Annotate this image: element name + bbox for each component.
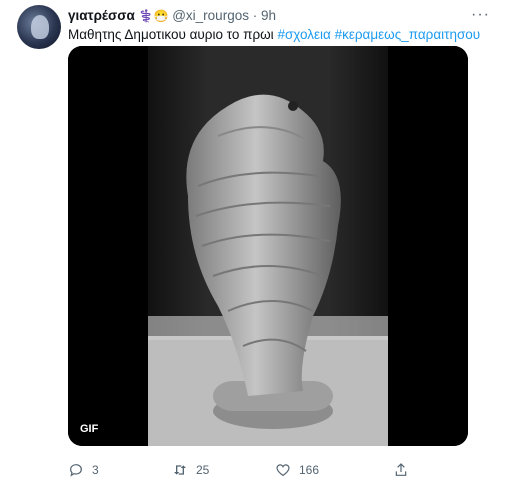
reply-count: 3	[92, 463, 99, 477]
share-icon	[395, 463, 407, 476]
tweet[interactable]: γιατρέσσα ⚕️😷 @xi_rourgos · 9h ··· Μαθητ…	[0, 0, 508, 480]
tweet-text: Μαθητης Δημοτικου αυριο το πρωι #σχολεια…	[68, 27, 480, 42]
retweet-button[interactable]: 25	[172, 462, 209, 478]
tweet-header: γιατρέσσα ⚕️😷 @xi_rourgos · 9h	[68, 8, 276, 23]
gif-media[interactable]: GIF	[68, 46, 468, 446]
hashtag-link[interactable]: #σχολεια	[277, 27, 330, 42]
reply-icon	[70, 464, 82, 477]
share-button[interactable]	[393, 462, 409, 478]
gif-frame	[68, 46, 468, 446]
more-options-icon[interactable]: ···	[471, 6, 490, 24]
heart-icon	[276, 464, 290, 477]
retweet-icon	[174, 465, 186, 475]
like-button[interactable]: 166	[275, 462, 319, 478]
author-name[interactable]: γιατρέσσα	[68, 8, 135, 23]
reply-button[interactable]: 3	[68, 462, 99, 478]
avatar[interactable]	[17, 5, 61, 49]
timestamp[interactable]: 9h	[261, 8, 276, 23]
gif-badge: GIF	[76, 422, 103, 436]
tweet-text-body: Μαθητης Δημοτικου αυριο το πρωι	[68, 27, 274, 42]
separator: ·	[252, 8, 258, 23]
tweet-actions: 3 25 166	[68, 462, 478, 478]
hashtag-link[interactable]: #κεραμεως_παραιτησου	[335, 27, 481, 42]
like-count: 166	[299, 463, 320, 477]
author-handle[interactable]: @xi_rourgos	[172, 8, 249, 23]
retweet-count: 25	[196, 463, 210, 477]
name-emojis: ⚕️😷	[138, 9, 169, 23]
